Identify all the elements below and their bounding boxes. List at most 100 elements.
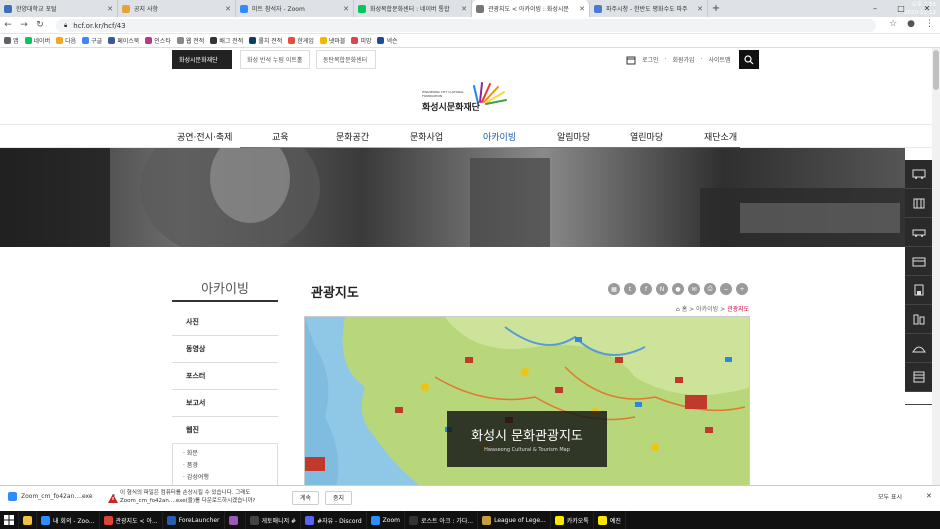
close-tab-icon[interactable]: ✕ bbox=[461, 5, 467, 13]
taskbar-app[interactable] bbox=[225, 511, 246, 529]
taskbar-app[interactable]: 카카오톡 bbox=[551, 511, 594, 529]
taskbar-app[interactable]: ForeLauncher bbox=[163, 511, 225, 529]
back-arrow-icon[interactable]: ← bbox=[0, 20, 16, 30]
login-link[interactable]: 로그인 bbox=[642, 55, 659, 64]
taskbar-app[interactable]: 내 회의 - Zoo... bbox=[37, 511, 100, 529]
browser-tab[interactable]: 관광지도 < 아카이빙 : 화성시문 ✕ bbox=[472, 0, 590, 17]
site-logo[interactable]: HWASEONG CITY CULTURAL FOUNDATION 화성시문화재… bbox=[420, 78, 510, 118]
mail-icon[interactable]: ✉ bbox=[688, 283, 700, 295]
profile-icon[interactable]: ● bbox=[907, 19, 915, 29]
quick-hall-icon[interactable] bbox=[905, 247, 932, 276]
nav-performance[interactable]: 공연·전시·축제 bbox=[177, 130, 232, 143]
close-tab-icon[interactable]: ✕ bbox=[107, 5, 113, 13]
search-button[interactable] bbox=[739, 50, 759, 69]
bookmark-item[interactable]: 롤치 전적 bbox=[249, 36, 282, 45]
browser-tab[interactable]: 화성복합문화센터 : 네이버 통합 ✕ bbox=[354, 0, 472, 17]
star-icon[interactable]: ☆ bbox=[889, 19, 897, 29]
show-all-button[interactable]: 모두 표시 bbox=[878, 492, 902, 501]
quick-grid-icon[interactable] bbox=[905, 363, 932, 392]
taskbar-app[interactable]: 로스트 아크 : 가다... bbox=[405, 511, 479, 529]
nav-culture-business[interactable]: 문화사업 bbox=[410, 130, 443, 143]
topbar-hall-link[interactable]: 화성 반석 누림 이트홀 bbox=[240, 50, 310, 69]
signup-link[interactable]: 회원가입 bbox=[672, 55, 694, 64]
submenu-item[interactable]: · 감성여행 bbox=[183, 472, 277, 484]
reload-icon[interactable]: ↻ bbox=[32, 20, 48, 30]
facebook-icon[interactable]: f bbox=[640, 283, 652, 295]
keep-button[interactable]: 계속 bbox=[292, 491, 320, 505]
zoom-in-icon[interactable]: + bbox=[736, 283, 748, 295]
submenu-item[interactable]: · 화분 bbox=[183, 448, 277, 460]
taskbar-app[interactable]: 예진 bbox=[594, 511, 626, 529]
topbar-dongtan-link[interactable]: 동탄복합문화센터 bbox=[316, 50, 376, 69]
taskbar-app[interactable]: 게토매니저 # bbox=[246, 511, 302, 529]
system-clock[interactable]: 오후 2:55 2020-11-12 bbox=[904, 1, 936, 17]
kakao-icon[interactable]: ● bbox=[672, 283, 684, 295]
quick-center-icon[interactable] bbox=[905, 276, 932, 305]
twitter-icon[interactable]: t bbox=[624, 283, 636, 295]
scroll-top-button[interactable]: ▲ TOP bbox=[905, 392, 932, 405]
new-tab-button[interactable]: + bbox=[708, 0, 724, 17]
file-explorer-button[interactable] bbox=[19, 511, 37, 529]
nav-culture-space[interactable]: 문화공간 bbox=[336, 130, 369, 143]
bookmark-item[interactable]: 한게임 bbox=[288, 36, 314, 45]
side-menu-report[interactable]: 보고서 bbox=[172, 390, 278, 417]
bookmark-item[interactable]: 웹 전적 bbox=[176, 36, 204, 45]
nav-notice[interactable]: 알림마당 bbox=[557, 130, 590, 143]
taskbar-app[interactable]: Zoom bbox=[367, 511, 405, 529]
quick-car-icon[interactable] bbox=[905, 218, 932, 247]
nav-open-forum[interactable]: 열린마당 bbox=[630, 130, 663, 143]
zoom-out-icon[interactable]: − bbox=[720, 283, 732, 295]
forward-arrow-icon[interactable]: → bbox=[16, 20, 32, 30]
close-tab-icon[interactable]: ✕ bbox=[697, 5, 703, 13]
close-tab-icon[interactable]: ✕ bbox=[579, 5, 585, 13]
nav-archiving[interactable]: 아카이빙 bbox=[483, 130, 516, 143]
breadcrumb-section[interactable]: 아카이빙 bbox=[696, 306, 718, 313]
bookmark-item[interactable]: 인스타 bbox=[145, 36, 171, 45]
bookmark-item[interactable]: 네이버 bbox=[24, 36, 50, 45]
quick-building-icon[interactable] bbox=[905, 189, 932, 218]
bookmark-item[interactable]: 배그 전적 bbox=[210, 36, 243, 45]
print-icon[interactable]: ⎙ bbox=[704, 283, 716, 295]
download-item[interactable]: Zoom_cm_fo42an....exe ⌃ bbox=[8, 492, 117, 501]
start-button[interactable] bbox=[0, 511, 19, 529]
taskbar-app[interactable]: #자유 - Discord bbox=[301, 511, 367, 529]
taskbar-app[interactable]: 관광지도 < 아... bbox=[100, 511, 163, 529]
calendar-icon[interactable] bbox=[626, 55, 636, 65]
browser-tab[interactable]: 미트 참석자 - Zoom ✕ bbox=[236, 0, 354, 17]
url-input[interactable]: 🔒︎ hcf.or.kr/hcf/43 bbox=[56, 19, 876, 32]
side-menu-webzine[interactable]: 웹진 bbox=[172, 417, 278, 444]
browser-tab[interactable]: 한양대학교 포털 ✕ bbox=[0, 0, 118, 17]
quick-bus-icon[interactable] bbox=[905, 160, 932, 189]
side-menu-video[interactable]: 동영상 bbox=[172, 336, 278, 363]
close-tab-icon[interactable]: ✕ bbox=[225, 5, 231, 13]
quick-stadium-icon[interactable] bbox=[905, 334, 932, 363]
close-download-bar-icon[interactable]: ✕ bbox=[926, 492, 932, 500]
bookmark-item[interactable]: 넥슨 bbox=[377, 36, 398, 45]
naver-icon[interactable]: N bbox=[656, 283, 668, 295]
sitemap-link[interactable]: 사이트맵 bbox=[709, 55, 731, 64]
bookmark-item[interactable]: 넷마블 bbox=[319, 36, 345, 45]
minimize-button[interactable]: – bbox=[862, 0, 888, 17]
page-scrollbar[interactable] bbox=[932, 48, 940, 489]
close-tab-icon[interactable]: ✕ bbox=[343, 5, 349, 13]
nav-education[interactable]: 교육 bbox=[272, 130, 289, 143]
qr-icon[interactable]: ▦ bbox=[608, 283, 620, 295]
quick-library-icon[interactable] bbox=[905, 305, 932, 334]
discard-button[interactable]: 중지 bbox=[325, 491, 353, 505]
side-menu-photo[interactable]: 사진 bbox=[172, 309, 278, 336]
browser-tab[interactable]: 파주시청 - 한반도 평화수도 파주 ✕ bbox=[590, 0, 708, 17]
bookmark-item[interactable]: 구글 bbox=[82, 36, 102, 45]
bookmark-item[interactable]: 앱 bbox=[4, 36, 19, 45]
nav-about[interactable]: 재단소개 bbox=[704, 130, 737, 143]
bookmark-item[interactable]: 다음 bbox=[56, 36, 76, 45]
topbar-foundation-link[interactable]: 화성시문화재단 bbox=[172, 50, 232, 69]
bookmark-item[interactable]: 피망 bbox=[351, 36, 371, 45]
side-menu-poster[interactable]: 포스터 bbox=[172, 363, 278, 390]
submenu-item[interactable]: · 품경 bbox=[183, 460, 277, 472]
breadcrumb-home[interactable]: ⌂ 홈 bbox=[676, 306, 687, 313]
scrollbar-thumb[interactable] bbox=[933, 50, 939, 90]
taskbar-app[interactable]: League of Lege... bbox=[478, 511, 551, 529]
menu-dots-icon[interactable]: ⋮ bbox=[925, 19, 934, 29]
browser-tab[interactable]: 공지 사항 ✕ bbox=[118, 0, 236, 17]
bookmark-item[interactable]: 페이스북 bbox=[108, 36, 139, 45]
